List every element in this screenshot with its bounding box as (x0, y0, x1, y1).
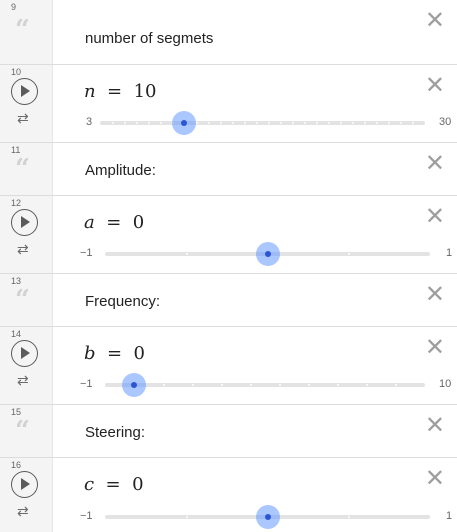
slider-thumb[interactable] (122, 373, 147, 397)
close-icon[interactable]: ✕ (425, 466, 445, 490)
slider-track[interactable] (100, 121, 425, 125)
row-number: 9 (11, 2, 17, 12)
slider-thumb[interactable] (255, 505, 280, 529)
play-icon[interactable] (11, 209, 38, 236)
slider-formula[interactable]: c = 0 (84, 474, 144, 495)
quote-icon: “ (15, 15, 30, 45)
close-icon[interactable]: ✕ (425, 151, 445, 175)
close-icon[interactable]: ✕ (425, 73, 445, 97)
variable-value: 10 (133, 81, 157, 102)
slider-max: 1 (446, 247, 453, 259)
text-object[interactable]: Frequency: (85, 293, 160, 310)
quote-icon: “ (15, 416, 30, 446)
close-icon[interactable]: ✕ (425, 8, 445, 32)
text-object[interactable]: Amplitude: (85, 162, 156, 179)
row-gutter: 10 ⇄ (0, 65, 53, 142)
algebra-row-12[interactable]: 12 ⇄ a = 0 −1 1 ✕ (0, 196, 457, 274)
algebra-row-9[interactable]: 9 “ number of segmets ✕ (0, 0, 457, 65)
slider-formula[interactable]: b = 0 (84, 343, 145, 364)
row-gutter: 9 “ (0, 0, 53, 64)
slider-max: 30 (439, 116, 452, 128)
variable-name: c (84, 474, 95, 495)
slider-min: 3 (86, 116, 93, 128)
slider-formula[interactable]: a = 0 (84, 212, 144, 233)
algebra-view: 9 “ number of segmets ✕ 10 ⇄ n = 10 3 30… (0, 0, 457, 532)
close-icon[interactable]: ✕ (425, 413, 445, 437)
repeat-icon[interactable]: ⇄ (17, 242, 29, 256)
variable-value: 0 (133, 343, 145, 364)
row-gutter: 14 ⇄ (0, 327, 53, 404)
slider-max: 1 (446, 510, 453, 522)
slider-min: −1 (80, 510, 93, 522)
equals-sign: = (100, 212, 127, 233)
row-number: 12 (11, 198, 22, 208)
algebra-row-16[interactable]: 16 ⇄ c = 0 −1 1 ✕ (0, 458, 457, 532)
equals-sign: = (99, 474, 127, 495)
slider-min: −1 (80, 247, 93, 259)
row-gutter: 16 ⇄ (0, 458, 53, 532)
row-gutter: 12 ⇄ (0, 196, 53, 273)
variable-name: b (84, 343, 96, 364)
row-number: 16 (11, 460, 22, 470)
algebra-row-13[interactable]: 13 “ Frequency: ✕ (0, 274, 457, 327)
algebra-row-14[interactable]: 14 ⇄ b = 0 −1 10 ✕ (0, 327, 457, 405)
quote-icon: “ (15, 285, 30, 315)
slider-track[interactable] (105, 383, 425, 387)
slider-max: 10 (439, 378, 452, 390)
quote-icon: “ (15, 154, 30, 184)
repeat-icon[interactable]: ⇄ (17, 111, 29, 125)
variable-value: 0 (132, 474, 144, 495)
algebra-row-11[interactable]: 11 “ Amplitude: ✕ (0, 143, 457, 196)
close-icon[interactable]: ✕ (425, 282, 445, 306)
slider-min: −1 (80, 378, 93, 390)
equals-sign: = (101, 81, 128, 102)
close-icon[interactable]: ✕ (425, 204, 445, 228)
play-icon[interactable] (11, 78, 38, 105)
row-gutter: 15 “ (0, 405, 53, 457)
variable-value: 0 (132, 212, 145, 233)
algebra-row-10[interactable]: 10 ⇄ n = 10 3 30 ✕ (0, 65, 457, 143)
slider-formula[interactable]: n = 10 (84, 81, 157, 102)
row-gutter: 13 “ (0, 274, 53, 326)
equals-sign: = (101, 343, 128, 364)
variable-name: a (84, 212, 95, 233)
slider-thumb[interactable] (255, 242, 280, 266)
algebra-row-15[interactable]: 15 “ Steering: ✕ (0, 405, 457, 458)
row-number: 10 (11, 67, 22, 77)
close-icon[interactable]: ✕ (425, 335, 445, 359)
variable-name: n (84, 81, 96, 102)
play-icon[interactable] (11, 340, 38, 367)
row-number: 14 (11, 329, 22, 339)
slider-thumb[interactable] (172, 111, 197, 135)
row-gutter: 11 “ (0, 143, 53, 195)
repeat-icon[interactable]: ⇄ (17, 373, 29, 387)
repeat-icon[interactable]: ⇄ (17, 504, 29, 518)
text-object[interactable]: Steering: (85, 424, 145, 441)
play-icon[interactable] (11, 471, 38, 498)
text-object[interactable]: number of segmets (85, 30, 213, 47)
